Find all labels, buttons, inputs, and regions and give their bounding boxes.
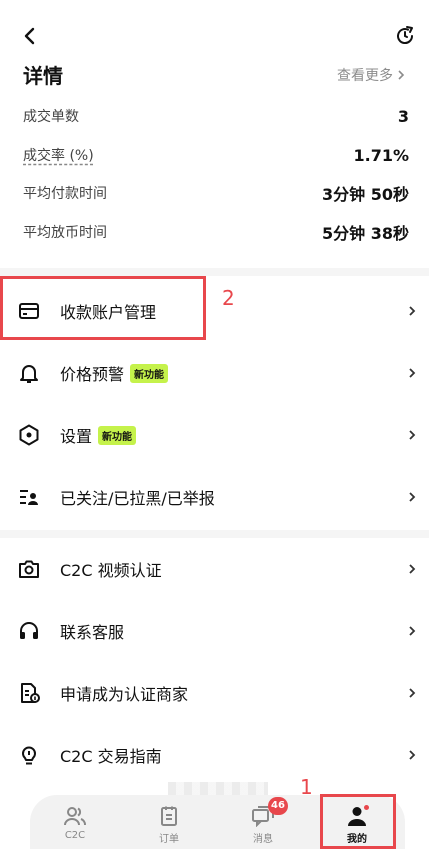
chevron-right-icon xyxy=(409,368,416,378)
tab-messages[interactable]: 消息 46 xyxy=(228,795,298,849)
users-icon xyxy=(64,807,86,826)
stat-value: 5分钟 38秒 xyxy=(322,224,409,243)
chevron-right-icon xyxy=(409,688,416,698)
back-arrow-icon[interactable] xyxy=(18,24,42,48)
stat-row-completion-rate: 成交率 (%) 1.71% xyxy=(23,143,409,167)
annotation-number: 1 xyxy=(300,775,313,799)
annotation-box-me-tab xyxy=(320,794,396,849)
menu-label: 申请成为认证商家 xyxy=(60,685,189,704)
chevron-right-icon xyxy=(409,492,416,502)
menu-label: 已关注/已拉黑/已举报 xyxy=(60,489,215,508)
annotation-box-payment-accounts xyxy=(0,276,206,340)
refresh-icon[interactable] xyxy=(393,24,417,48)
tab-label: 订单 xyxy=(159,834,179,845)
settings-hexagon-icon xyxy=(19,424,39,446)
tab-label: C2C xyxy=(64,830,86,841)
menu-label-wrap: 设置 新功能 xyxy=(60,423,137,447)
menu-label: 联系客服 xyxy=(60,623,125,642)
stat-row-pay-time: 平均付款时间 3分钟 50秒 xyxy=(23,181,409,205)
tab-label: 消息 xyxy=(253,834,273,845)
clipboard-icon xyxy=(161,806,177,826)
camera-icon xyxy=(19,560,39,578)
stat-value: 3分钟 50秒 xyxy=(322,185,409,204)
stat-label: 平均付款时间 xyxy=(23,186,107,202)
stat-value: 1.71% xyxy=(353,145,409,165)
menu-label: 价格预警 xyxy=(60,365,125,384)
menu-price-alert[interactable]: 价格预警 新功能 xyxy=(0,342,429,404)
menu-video-verify[interactable]: C2C 视频认证 xyxy=(0,538,429,600)
stat-label: 成交单数 xyxy=(23,109,79,125)
document-info-icon xyxy=(21,683,40,703)
user-list-icon xyxy=(20,490,38,505)
menu-label: C2C 视频认证 xyxy=(60,561,162,580)
menu-label: 设置 xyxy=(60,427,93,446)
tab-c2c[interactable]: C2C xyxy=(40,795,110,849)
menu-follow-block-report[interactable]: 已关注/已拉黑/已举报 xyxy=(0,466,429,528)
see-more-label: 查看更多 xyxy=(337,68,393,84)
unread-count-badge: 46 xyxy=(268,797,288,815)
see-more-link[interactable]: 查看更多 xyxy=(337,65,405,85)
chevron-right-icon xyxy=(409,750,416,760)
menu-label-wrap: 价格预警 新功能 xyxy=(60,361,169,385)
stat-row-release-time: 平均放币时间 5分钟 38秒 xyxy=(23,220,409,244)
section-divider xyxy=(0,530,429,538)
menu-trade-guide[interactable]: C2C 交易指南 xyxy=(0,724,429,786)
lightbulb-icon xyxy=(22,746,36,765)
menu-settings[interactable]: 设置 新功能 xyxy=(0,404,429,466)
new-feature-badge: 新功能 xyxy=(98,425,137,445)
annotation-number: 2 xyxy=(222,286,235,310)
section-divider xyxy=(0,268,429,276)
tab-orders[interactable]: 订单 xyxy=(134,795,204,849)
stat-row-orders: 成交单数 3 xyxy=(23,104,409,128)
menu-label: C2C 交易指南 xyxy=(60,747,162,766)
stat-value: 3 xyxy=(397,106,409,126)
headset-icon xyxy=(20,622,38,639)
top-bar xyxy=(0,0,429,60)
new-feature-badge: 新功能 xyxy=(130,363,169,383)
chevron-right-icon xyxy=(409,306,416,316)
menu-contact-support[interactable]: 联系客服 xyxy=(0,600,429,662)
bell-icon xyxy=(20,365,38,383)
chevron-right-icon xyxy=(409,430,416,440)
chevron-right-icon xyxy=(409,626,416,636)
details-title: 详情 xyxy=(23,64,63,88)
stat-label: 平均放币时间 xyxy=(23,225,107,241)
stat-label[interactable]: 成交率 (%) xyxy=(23,145,94,165)
chevron-right-icon xyxy=(409,564,416,574)
menu-apply-merchant[interactable]: 申请成为认证商家 xyxy=(0,662,429,724)
chevron-right-icon xyxy=(398,70,405,80)
